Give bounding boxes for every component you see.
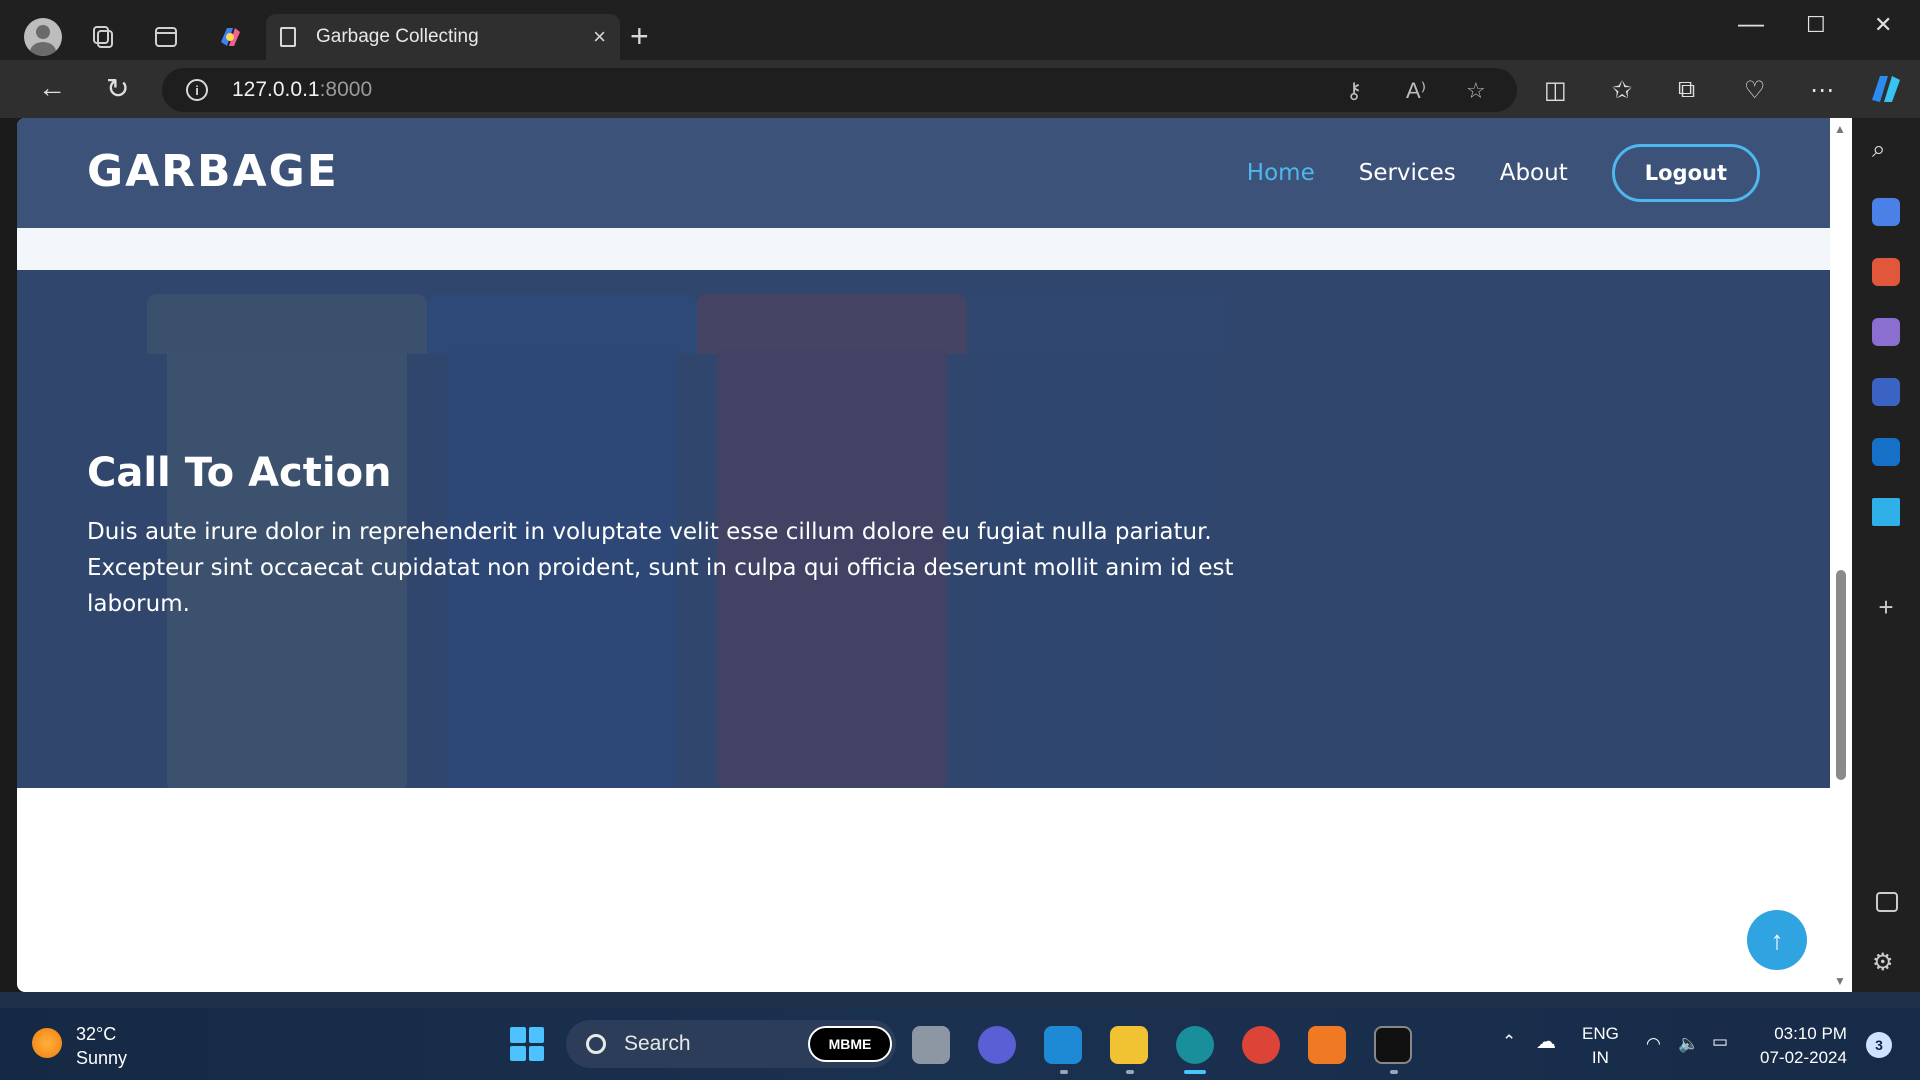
show-hidden-icons-chevron-icon[interactable]: ⌃ (1502, 1030, 1516, 1054)
clock-date: 07-02-2024 (1760, 1048, 1847, 1067)
explorer-running-indicator (1126, 1070, 1134, 1074)
desktop-strip (0, 992, 1920, 1008)
sidebar-copilot-icon[interactable] (1872, 378, 1900, 406)
sidebar-search-icon[interactable]: ⌕ (1872, 136, 1900, 164)
terminal-running-indicator (1390, 1070, 1398, 1074)
notification-badge[interactable]: 3 (1866, 1032, 1892, 1058)
copilot-icon[interactable] (1868, 72, 1904, 113)
sidebar-outlook-icon[interactable] (1872, 438, 1900, 466)
scrollbar-thumb[interactable] (1836, 570, 1846, 780)
region-code: IN (1591, 1048, 1609, 1067)
collections-icon[interactable]: ⧉ (1678, 76, 1695, 104)
weather-desc: Sunny (76, 1048, 128, 1068)
vscode-icon[interactable] (1044, 1026, 1082, 1064)
scroll-up-icon[interactable]: ▲ (1834, 122, 1846, 136)
vscode-running-indicator (1060, 1070, 1068, 1074)
edge-icon[interactable] (1176, 1026, 1214, 1064)
task-view-icon[interactable] (912, 1026, 950, 1064)
page-document-icon (280, 27, 296, 47)
browser-essentials-icon[interactable]: ♡ (1744, 76, 1766, 105)
weather-temp: 32°C (76, 1024, 117, 1044)
section-spacer (17, 228, 1830, 270)
nav-home[interactable]: Home (1247, 160, 1315, 186)
file-explorer-icon[interactable] (1110, 1026, 1148, 1064)
search-label: Search (624, 1032, 691, 1055)
back-arrow-icon[interactable]: ← (38, 72, 66, 104)
more-options-icon[interactable]: ⋯ (1810, 76, 1834, 105)
sidebar-hide-icon[interactable] (1876, 892, 1898, 912)
volume-icon[interactable]: 🔈 (1678, 1032, 1699, 1056)
chrome-icon[interactable] (1242, 1026, 1280, 1064)
arrow-up-icon: ↑ (1770, 924, 1784, 955)
search-icon (586, 1034, 606, 1054)
close-tab-icon[interactable]: × (593, 24, 606, 50)
wifi-icon[interactable]: ◠ (1646, 1032, 1661, 1056)
sidebar-shopping-icon[interactable] (1872, 198, 1900, 226)
url-bar[interactable]: i 127.0.0.1 :8000 (162, 68, 1517, 112)
system-clock[interactable]: 03:10 PM 07-02-2024 (1760, 1022, 1847, 1070)
sun-weather-icon[interactable] (32, 1028, 62, 1058)
maximize-icon[interactable]: ☐ (1806, 12, 1826, 38)
site-info-icon[interactable]: i (186, 79, 208, 101)
favorites-icon[interactable]: ✩ (1612, 76, 1632, 105)
edge-active-indicator (1184, 1070, 1206, 1074)
main-nav: Home Services About Logout (1247, 144, 1760, 202)
active-tab[interactable]: Garbage Collecting × (266, 14, 620, 60)
page-viewport: GARBAGE Home Services About Logout Call … (17, 118, 1830, 992)
cta-title: Call To Action (87, 450, 392, 496)
refresh-icon[interactable]: ↻ (106, 72, 129, 105)
read-aloud-icon[interactable]: A⁾ (1406, 78, 1426, 104)
cta-text: Duis aute irure dolor in reprehenderit i… (87, 519, 1234, 617)
copilot-tab-icon[interactable] (212, 19, 248, 55)
sidebar-add-icon[interactable]: + (1872, 592, 1900, 622)
site-header: GARBAGE Home Services About Logout (17, 118, 1830, 228)
nav-about[interactable]: About (1500, 160, 1568, 186)
battery-icon[interactable]: ▭ (1712, 1030, 1728, 1054)
back-to-top-button[interactable]: ↑ (1747, 910, 1807, 970)
sidebar-settings-icon[interactable]: ⚙ (1872, 948, 1900, 976)
close-window-icon[interactable]: ✕ (1874, 12, 1892, 38)
password-key-icon[interactable]: ⚷ (1346, 78, 1362, 104)
edge-sidebar (1852, 118, 1920, 998)
tab-title: Garbage Collecting (316, 26, 479, 47)
workspaces-icon[interactable] (84, 19, 120, 55)
call-to-action-section: Call To Action Duis aute irure dolor in … (17, 270, 1830, 788)
onedrive-cloud-icon[interactable]: ☁ (1536, 1030, 1556, 1054)
sidebar-games-icon[interactable] (1872, 318, 1900, 346)
browser-tab-bar: Garbage Collecting × + — ☐ ✕ (0, 0, 1920, 60)
language-code: ENG (1582, 1024, 1619, 1043)
site-logo[interactable]: GARBAGE (87, 146, 339, 197)
url-port: :8000 (319, 78, 373, 101)
split-screen-icon[interactable]: ◫ (1544, 76, 1567, 105)
minimize-icon[interactable]: — (1738, 8, 1764, 39)
clock-time: 03:10 PM (1774, 1024, 1847, 1043)
windows-start-icon[interactable] (510, 1027, 544, 1061)
page-scrollbar[interactable] (1830, 118, 1852, 992)
terminal-icon[interactable] (1374, 1026, 1412, 1064)
nav-services[interactable]: Services (1359, 160, 1456, 186)
teams-meet-icon[interactable] (978, 1026, 1016, 1064)
sidebar-drop-icon[interactable] (1872, 498, 1900, 526)
favorite-star-icon[interactable]: ☆ (1466, 78, 1486, 104)
new-tab-button[interactable]: + (630, 18, 649, 55)
vertical-tabs-icon[interactable] (148, 19, 184, 55)
profile-avatar-icon[interactable] (24, 18, 62, 56)
weather-widget[interactable]: 32°C Sunny (76, 1022, 127, 1070)
language-indicator[interactable]: ENG IN (1582, 1022, 1619, 1070)
windows-taskbar (0, 1008, 1920, 1080)
sidebar-tools-icon[interactable] (1872, 258, 1900, 286)
mbme-badge[interactable]: MBME (808, 1026, 892, 1062)
logout-button[interactable]: Logout (1611, 144, 1760, 202)
url-host: 127.0.0.1 (232, 78, 320, 101)
scroll-down-icon[interactable]: ▼ (1834, 974, 1846, 988)
xampp-icon[interactable] (1308, 1026, 1346, 1064)
